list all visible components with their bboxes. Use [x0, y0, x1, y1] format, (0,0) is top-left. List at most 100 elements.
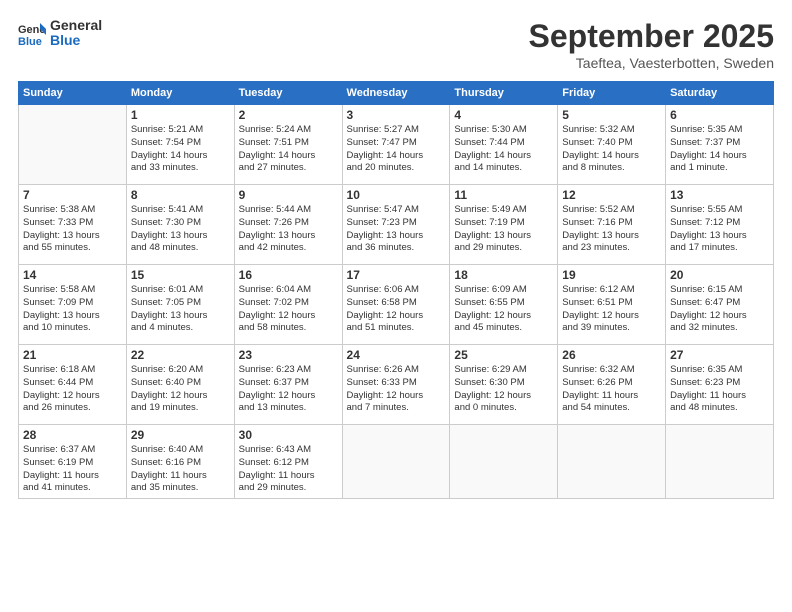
calendar-cell: 13 Sunrise: 5:55 AM Sunset: 7:12 PM Dayli…	[666, 185, 774, 265]
week-row-5: 28 Sunrise: 6:37 AM Sunset: 6:19 PM Dayli…	[19, 425, 774, 499]
calendar-cell	[19, 105, 127, 185]
calendar-table: SundayMondayTuesdayWednesdayThursdayFrid…	[18, 81, 774, 499]
day-info: Sunrise: 5:52 AM Sunset: 7:16 PM Dayligh…	[562, 204, 661, 255]
day-number: 30	[239, 428, 338, 442]
calendar-cell: 3Sunrise: 5:27 AM Sunset: 7:47 PM Daylig…	[342, 105, 450, 185]
day-info: Sunrise: 5:49 AM Sunset: 7:19 PM Dayligh…	[454, 204, 553, 255]
calendar-cell: 24 Sunrise: 6:26 AM Sunset: 6:33 PM Dayli…	[342, 345, 450, 425]
day-number: 27	[670, 348, 769, 362]
calendar-cell: 19 Sunrise: 6:12 AM Sunset: 6:51 PM Dayli…	[558, 265, 666, 345]
day-number: 25	[454, 348, 553, 362]
week-row-1: 1 Sunrise: 5:21 AM Sunset: 7:54 PM Daylig…	[19, 105, 774, 185]
day-info: Sunrise: 6:43 AM Sunset: 6:12 PM Dayligh…	[239, 444, 338, 495]
day-info: Sunrise: 6:15 AM Sunset: 6:47 PM Dayligh…	[670, 284, 769, 335]
calendar-cell	[342, 425, 450, 499]
day-info: Sunrise: 6:37 AM Sunset: 6:19 PM Dayligh…	[23, 444, 122, 495]
weekday-header-thursday: Thursday	[450, 82, 558, 105]
calendar-cell: 12 Sunrise: 5:52 AM Sunset: 7:16 PM Dayli…	[558, 185, 666, 265]
day-number: 12	[562, 188, 661, 202]
calendar-cell: 5 Sunrise: 5:32 AM Sunset: 7:40 PM Daylig…	[558, 105, 666, 185]
title-block: September 2025 Taeftea, Vaesterbotten, S…	[529, 18, 774, 71]
day-number: 6	[670, 108, 769, 122]
month-title: September 2025	[529, 18, 774, 55]
calendar-cell: 22 Sunrise: 6:20 AM Sunset: 6:40 PM Dayli…	[126, 345, 234, 425]
weekday-header-sunday: Sunday	[19, 82, 127, 105]
calendar-cell: 9 Sunrise: 5:44 AM Sunset: 7:26 PM Daylig…	[234, 185, 342, 265]
calendar-cell: 21 Sunrise: 6:18 AM Sunset: 6:44 PM Dayli…	[19, 345, 127, 425]
day-number: 20	[670, 268, 769, 282]
day-number: 10	[347, 188, 446, 202]
calendar-cell: 4 Sunrise: 5:30 AM Sunset: 7:44 PM Daylig…	[450, 105, 558, 185]
day-info: Sunrise: 5:41 AM Sunset: 7:30 PM Dayligh…	[131, 204, 230, 255]
day-number: 16	[239, 268, 338, 282]
day-info: Sunrise: 5:58 AM Sunset: 7:09 PM Dayligh…	[23, 284, 122, 335]
calendar-cell: 18Sunrise: 6:09 AM Sunset: 6:55 PM Dayli…	[450, 265, 558, 345]
header: General Blue General Blue September 2025…	[18, 18, 774, 71]
week-row-2: 7Sunrise: 5:38 AM Sunset: 7:33 PM Daylig…	[19, 185, 774, 265]
weekday-header-saturday: Saturday	[666, 82, 774, 105]
day-info: Sunrise: 5:55 AM Sunset: 7:12 PM Dayligh…	[670, 204, 769, 255]
day-info: Sunrise: 6:12 AM Sunset: 6:51 PM Dayligh…	[562, 284, 661, 335]
day-info: Sunrise: 6:20 AM Sunset: 6:40 PM Dayligh…	[131, 364, 230, 415]
calendar-cell	[558, 425, 666, 499]
day-number: 19	[562, 268, 661, 282]
day-number: 23	[239, 348, 338, 362]
day-number: 15	[131, 268, 230, 282]
day-number: 13	[670, 188, 769, 202]
day-number: 2	[239, 108, 338, 122]
calendar-cell: 20 Sunrise: 6:15 AM Sunset: 6:47 PM Dayli…	[666, 265, 774, 345]
day-number: 8	[131, 188, 230, 202]
day-info: Sunrise: 5:21 AM Sunset: 7:54 PM Dayligh…	[131, 124, 230, 175]
calendar-cell: 26Sunrise: 6:32 AM Sunset: 6:26 PM Dayli…	[558, 345, 666, 425]
day-info: Sunrise: 5:35 AM Sunset: 7:37 PM Dayligh…	[670, 124, 769, 175]
calendar-cell: 29 Sunrise: 6:40 AM Sunset: 6:16 PM Dayli…	[126, 425, 234, 499]
weekday-header-wednesday: Wednesday	[342, 82, 450, 105]
week-row-4: 21 Sunrise: 6:18 AM Sunset: 6:44 PM Dayli…	[19, 345, 774, 425]
day-info: Sunrise: 6:32 AM Sunset: 6:26 PM Dayligh…	[562, 364, 661, 415]
calendar-cell	[666, 425, 774, 499]
logo-icon: General Blue	[18, 19, 46, 47]
logo-general: General	[50, 17, 102, 33]
calendar-cell: 23 Sunrise: 6:23 AM Sunset: 6:37 PM Dayli…	[234, 345, 342, 425]
day-number: 11	[454, 188, 553, 202]
day-info: Sunrise: 5:24 AM Sunset: 7:51 PM Dayligh…	[239, 124, 338, 175]
day-number: 21	[23, 348, 122, 362]
day-info: Sunrise: 5:47 AM Sunset: 7:23 PM Dayligh…	[347, 204, 446, 255]
calendar-cell: 8 Sunrise: 5:41 AM Sunset: 7:30 PM Daylig…	[126, 185, 234, 265]
calendar-cell: 30 Sunrise: 6:43 AM Sunset: 6:12 PM Dayli…	[234, 425, 342, 499]
day-number: 22	[131, 348, 230, 362]
logo-blue: Blue	[50, 32, 80, 48]
day-info: Sunrise: 6:26 AM Sunset: 6:33 PM Dayligh…	[347, 364, 446, 415]
calendar-cell: 2 Sunrise: 5:24 AM Sunset: 7:51 PM Daylig…	[234, 105, 342, 185]
calendar-cell: 15 Sunrise: 6:01 AM Sunset: 7:05 PM Dayli…	[126, 265, 234, 345]
day-info: Sunrise: 5:30 AM Sunset: 7:44 PM Dayligh…	[454, 124, 553, 175]
day-number: 9	[239, 188, 338, 202]
calendar-page: General Blue General Blue September 2025…	[0, 0, 792, 612]
day-number: 5	[562, 108, 661, 122]
weekday-header-monday: Monday	[126, 82, 234, 105]
day-number: 29	[131, 428, 230, 442]
day-info: Sunrise: 6:01 AM Sunset: 7:05 PM Dayligh…	[131, 284, 230, 335]
calendar-cell: 16Sunrise: 6:04 AM Sunset: 7:02 PM Dayli…	[234, 265, 342, 345]
day-number: 3	[347, 108, 446, 122]
day-number: 24	[347, 348, 446, 362]
weekday-header-friday: Friday	[558, 82, 666, 105]
day-number: 1	[131, 108, 230, 122]
logo: General Blue General Blue	[18, 18, 102, 49]
weekday-header-tuesday: Tuesday	[234, 82, 342, 105]
day-info: Sunrise: 6:29 AM Sunset: 6:30 PM Dayligh…	[454, 364, 553, 415]
day-info: Sunrise: 5:38 AM Sunset: 7:33 PM Dayligh…	[23, 204, 122, 255]
day-info: Sunrise: 5:32 AM Sunset: 7:40 PM Dayligh…	[562, 124, 661, 175]
day-info: Sunrise: 5:44 AM Sunset: 7:26 PM Dayligh…	[239, 204, 338, 255]
calendar-cell: 14Sunrise: 5:58 AM Sunset: 7:09 PM Dayli…	[19, 265, 127, 345]
location: Taeftea, Vaesterbotten, Sweden	[529, 55, 774, 71]
day-info: Sunrise: 6:23 AM Sunset: 6:37 PM Dayligh…	[239, 364, 338, 415]
svg-text:Blue: Blue	[18, 36, 42, 47]
day-info: Sunrise: 6:18 AM Sunset: 6:44 PM Dayligh…	[23, 364, 122, 415]
day-number: 4	[454, 108, 553, 122]
day-number: 18	[454, 268, 553, 282]
day-number: 17	[347, 268, 446, 282]
day-number: 28	[23, 428, 122, 442]
calendar-cell: 17Sunrise: 6:06 AM Sunset: 6:58 PM Dayli…	[342, 265, 450, 345]
day-info: Sunrise: 6:40 AM Sunset: 6:16 PM Dayligh…	[131, 444, 230, 495]
